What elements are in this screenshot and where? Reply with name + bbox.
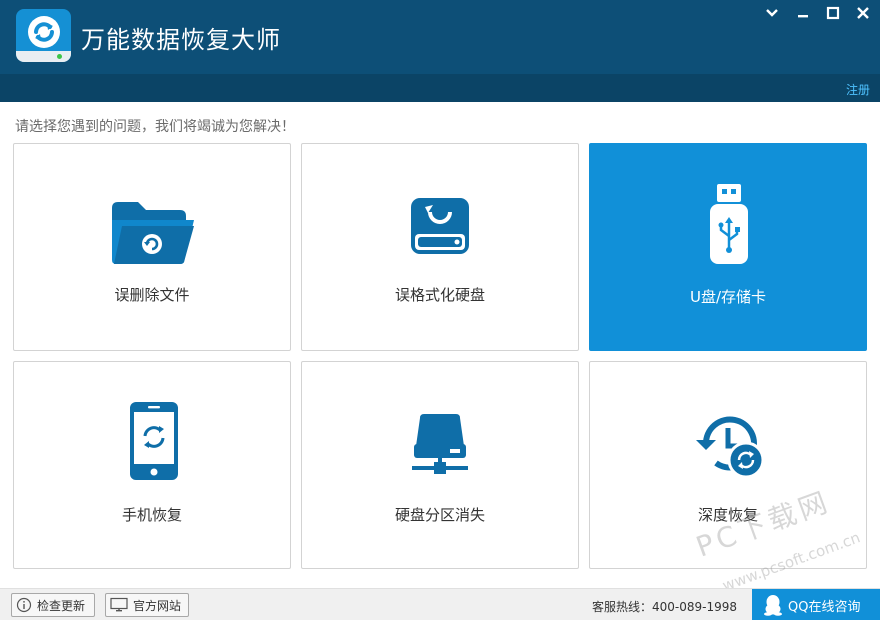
folder-recover-icon [112, 202, 194, 264]
option-label: 手机恢复 [121, 506, 182, 524]
option-deep-recovery[interactable]: 深度恢复 [589, 361, 867, 569]
official-site-button[interactable]: 官方网站 [105, 593, 189, 617]
deep-recover-clock-icon [696, 416, 765, 478]
info-icon [16, 597, 32, 613]
option-phone-recovery[interactable]: 手机恢复 [13, 361, 291, 569]
phone-recover-icon [130, 402, 178, 480]
check-update-label: 检查更新 [37, 598, 86, 613]
option-formatted-disk[interactable]: 误格式化硬盘 [301, 143, 579, 351]
option-label: 硬盘分区消失 [394, 506, 485, 524]
option-deleted-files[interactable]: 误删除文件 [13, 143, 291, 351]
qq-consult-label: QQ在线咨询 [788, 599, 861, 615]
monitor-icon [110, 597, 128, 612]
check-update-button[interactable]: 检查更新 [11, 593, 95, 617]
app-logo-icon [16, 9, 71, 62]
prompt-text: 请选择您遇到的问题，我们将竭诚为您解决！ [15, 119, 295, 135]
minimize-icon[interactable] [795, 5, 811, 21]
option-usb-card[interactable]: U盘/存储卡 [589, 143, 867, 351]
official-site-label: 官方网站 [133, 598, 182, 613]
option-partition-lost[interactable]: 硬盘分区消失 [301, 361, 579, 569]
maximize-icon[interactable] [825, 5, 841, 21]
disk-partition-icon [412, 414, 468, 474]
close-icon[interactable] [855, 5, 871, 21]
title-bar: 万能数据恢复大师 [0, 0, 880, 74]
app-title: 万能数据恢复大师 [81, 26, 281, 54]
option-label: 深度恢复 [697, 506, 758, 524]
hard-drive-recover-icon [411, 198, 469, 254]
usb-drive-icon [710, 184, 748, 264]
register-link[interactable]: 注册 [846, 81, 870, 98]
register-bar: 注册 [0, 74, 880, 102]
qq-penguin-icon [764, 595, 782, 616]
minimize-chevron-icon[interactable] [764, 5, 780, 21]
service-hotline: 客服热线：400-089-1998 [592, 600, 738, 614]
bottom-bar: 检查更新 官方网站 客服热线：400-089-1998 QQ在线咨询 [0, 588, 880, 620]
option-label: 误格式化硬盘 [394, 286, 485, 304]
option-label: U盘/存储卡 [689, 288, 767, 306]
option-label: 误删除文件 [114, 286, 190, 304]
qq-consult-button[interactable]: QQ在线咨询 [752, 589, 880, 620]
